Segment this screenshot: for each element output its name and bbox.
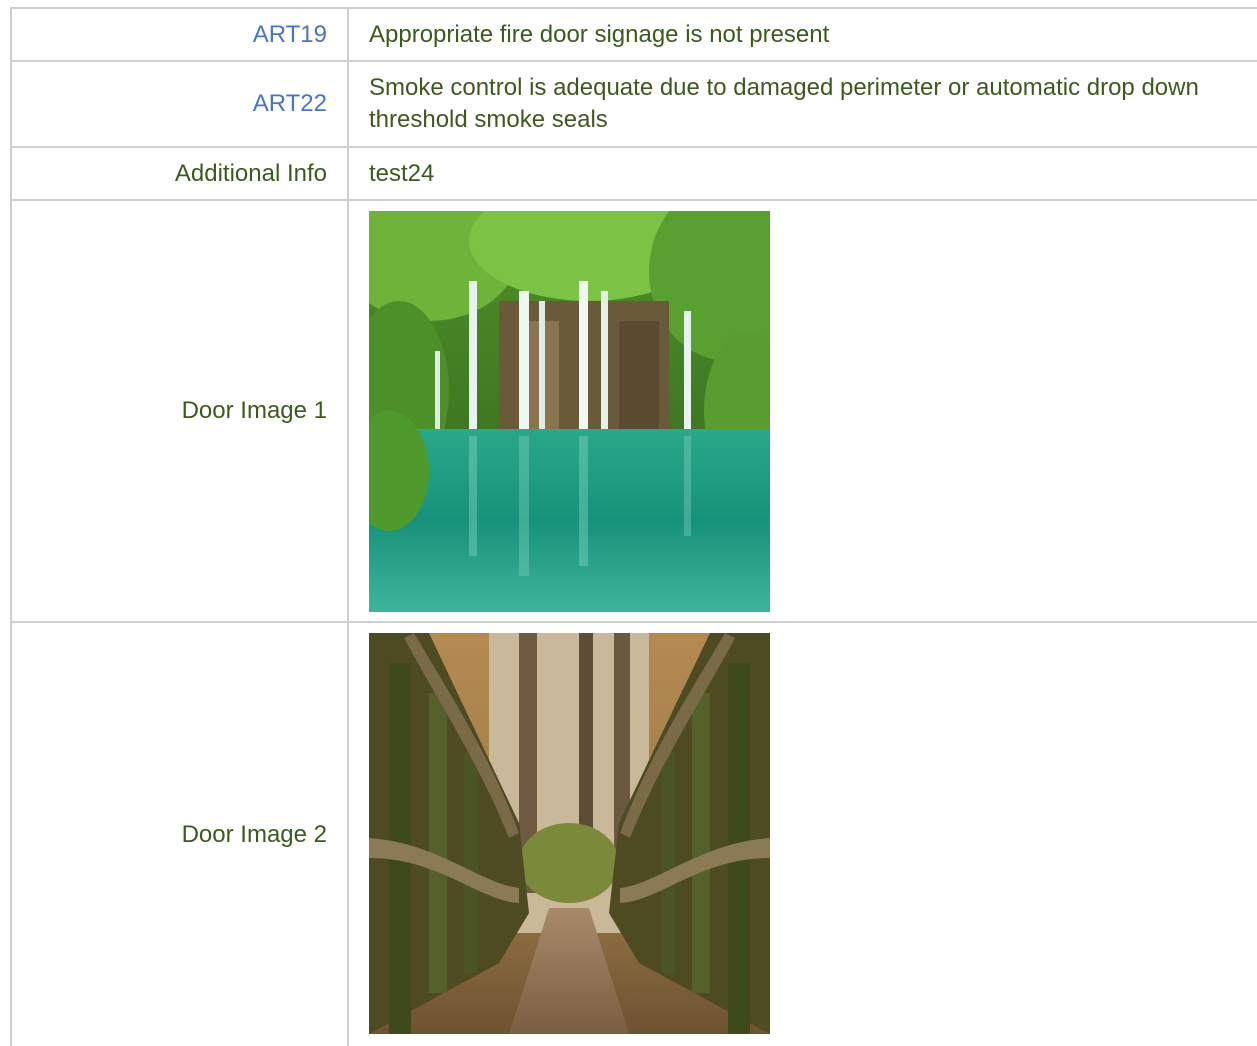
table-row: Door Image 2 <box>12 623 1257 1046</box>
table-row: Additional Info test24 <box>12 148 1257 201</box>
row-label-additional-info: Additional Info <box>12 148 349 199</box>
door-image-2-cell <box>349 623 1257 1046</box>
row-value-art19: Appropriate fire door signage is not pre… <box>369 20 830 48</box>
table-row: Door Image 1 <box>12 201 1257 623</box>
door-image-1-cell <box>349 201 1257 621</box>
door-image-2[interactable] <box>369 633 770 1034</box>
row-value-additional-info: test24 <box>369 159 435 187</box>
row-label-door-image-1: Door Image 1 <box>12 201 349 621</box>
row-label-door-image-2: Door Image 2 <box>12 623 349 1046</box>
door-image-1[interactable] <box>369 211 770 612</box>
table-row: ART22 Smoke control is adequate due to d… <box>12 62 1257 148</box>
row-label-art22[interactable]: ART22 <box>12 62 349 146</box>
row-value-art22: Smoke control is adequate due to damaged… <box>369 74 1199 133</box>
row-label-art19[interactable]: ART19 <box>12 9 349 60</box>
table-row: ART19 Appropriate fire door signage is n… <box>12 9 1257 62</box>
door-details-table: ART19 Appropriate fire door signage is n… <box>10 7 1257 1046</box>
